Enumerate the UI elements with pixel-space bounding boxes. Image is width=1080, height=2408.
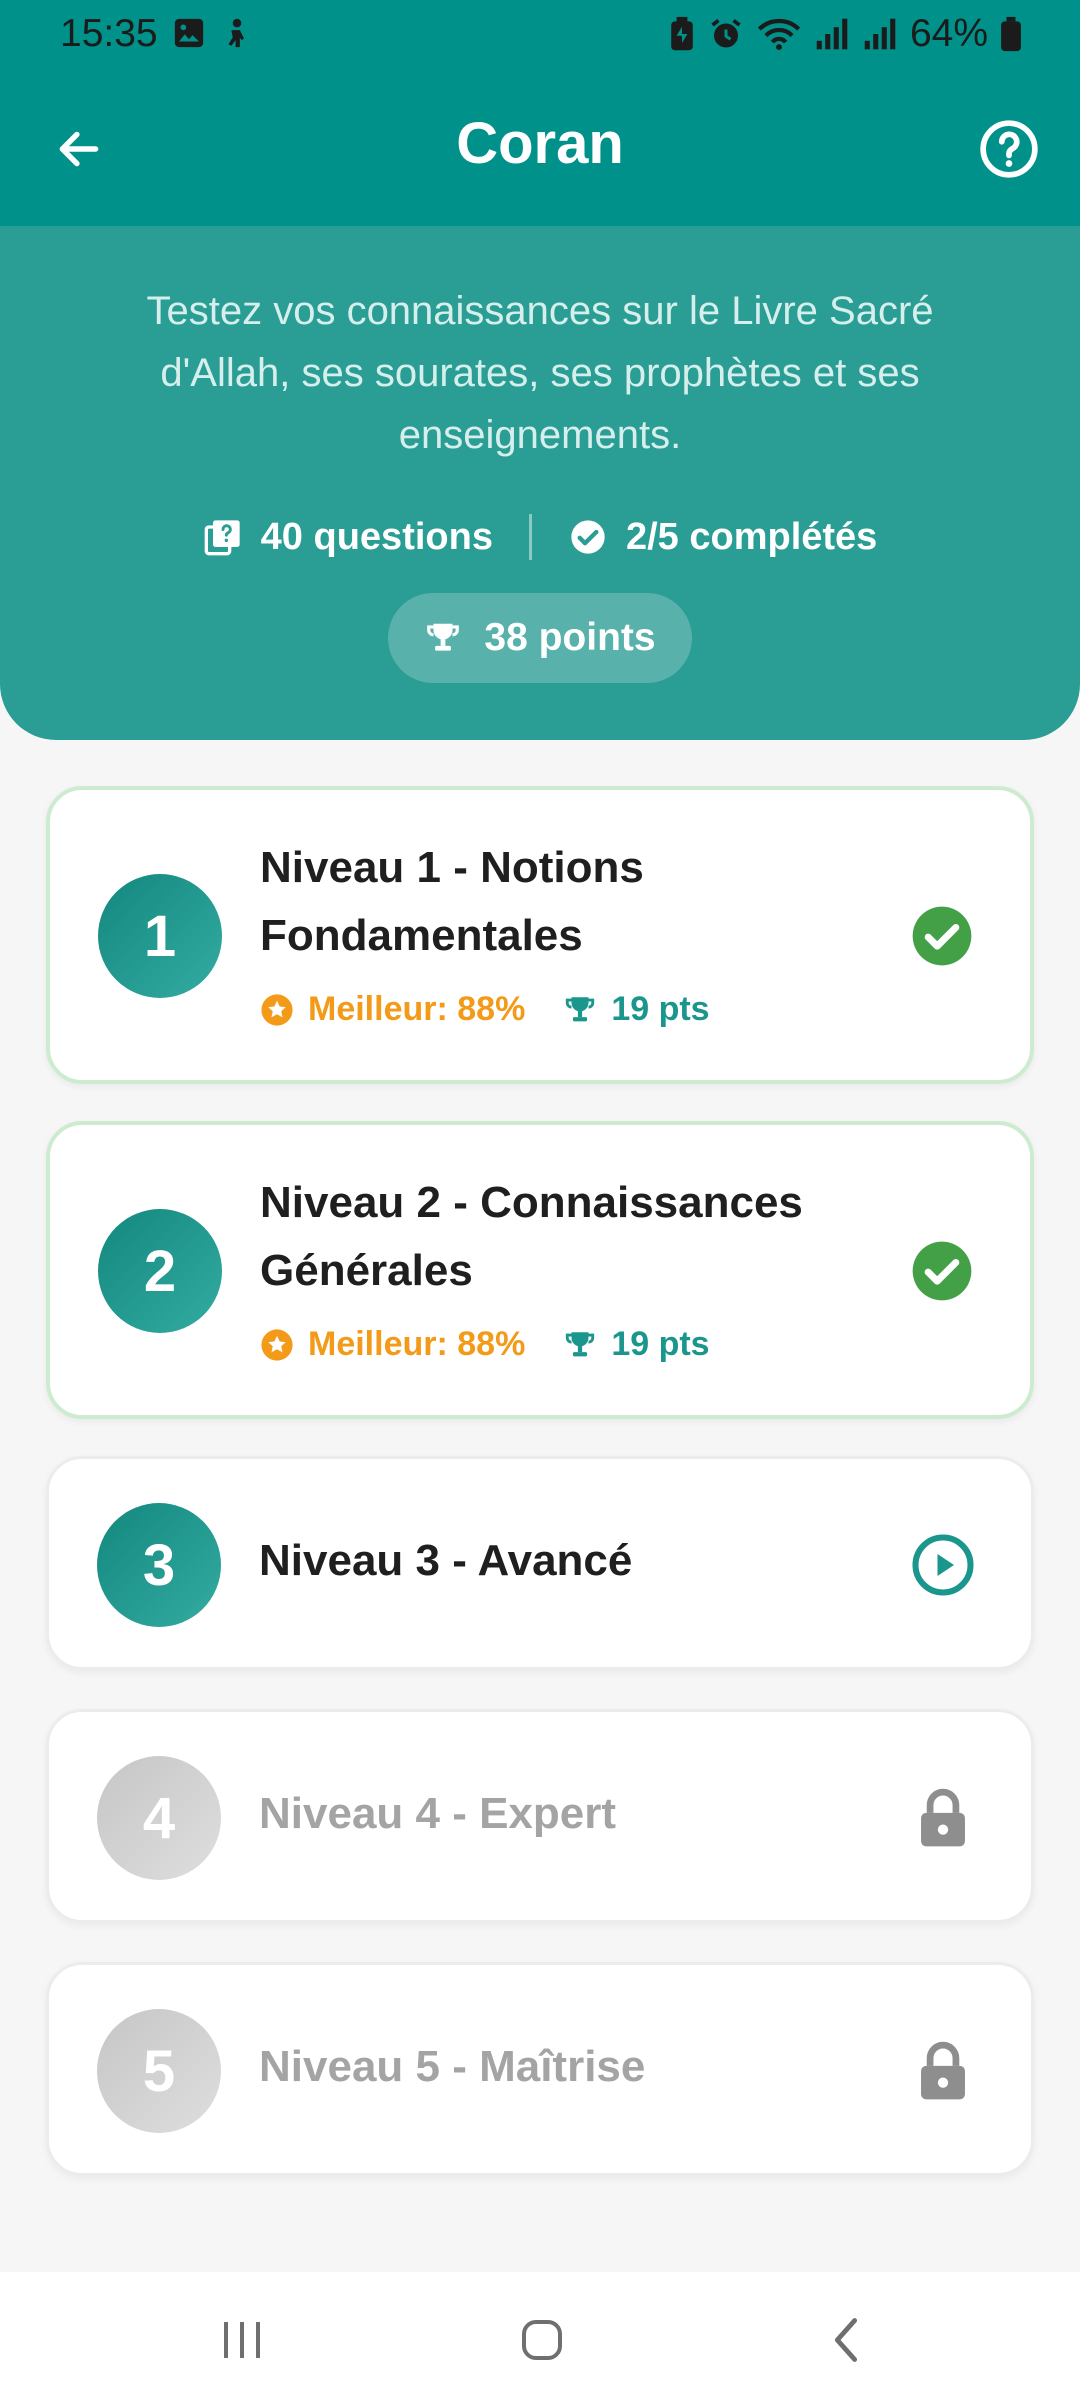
level-title: Niveau 2 - Connaissances Générales <box>260 1169 803 1305</box>
level-title: Niveau 3 - Avancé <box>259 1536 633 1585</box>
level-title: Niveau 1 - Notions Fondamentales <box>260 834 644 970</box>
level-card-3[interactable]: 3 Niveau 3 - Avancé <box>46 1456 1034 1670</box>
level-card-2[interactable]: 2 Niveau 2 - Connaissances Générales Mei… <box>46 1121 1034 1419</box>
level-title-line2: Générales <box>260 1246 473 1295</box>
trophy-icon <box>427 623 460 651</box>
check-circle-icon <box>912 906 972 966</box>
level-title-line1: Niveau 1 - Notions <box>260 843 644 892</box>
stats-divider <box>528 514 532 560</box>
system-back-button[interactable] <box>806 2310 886 2370</box>
check-circle-icon <box>571 520 605 554</box>
level-card-1[interactable]: 1 Niveau 1 - Notions Fondamentales Meill… <box>46 786 1034 1084</box>
level-number-badge: 4 <box>97 1756 221 1880</box>
check-circle-icon <box>912 1241 972 1301</box>
completed-status <box>906 1235 978 1307</box>
level-points-text: 19 pts <box>611 990 710 1028</box>
questions-stat: 40 questions <box>203 516 493 559</box>
home-button[interactable] <box>502 2310 582 2370</box>
battery-percent: 64% <box>909 12 988 55</box>
level-points: 19 pts <box>563 990 710 1029</box>
prayer-icon <box>228 18 245 48</box>
level-title-line1: Niveau 2 - Connaissances <box>260 1178 803 1227</box>
play-button[interactable] <box>907 1529 979 1601</box>
lock-icon <box>921 2041 965 2100</box>
locked-status <box>907 2035 979 2107</box>
quiz-icon <box>204 520 240 556</box>
status-left-icons <box>172 16 254 50</box>
level-card-5[interactable]: 5 Niveau 5 - Maîtrise <box>46 1962 1034 2176</box>
wifi-icon <box>757 18 801 51</box>
level-points: 19 pts <box>563 1325 710 1364</box>
chevron-left-icon <box>834 2318 858 2362</box>
star-circle-icon <box>261 993 293 1026</box>
gallery-icon <box>174 18 204 48</box>
best-score: Meilleur: 88% <box>260 990 525 1029</box>
trophy-icon <box>566 1331 595 1356</box>
signal-icon <box>816 18 848 50</box>
status-time: 15:35 <box>60 12 158 55</box>
play-circle-icon <box>912 1534 974 1596</box>
level-meta: Meilleur: 88% 19 pts <box>260 990 710 1029</box>
help-circle-icon <box>980 120 1038 178</box>
level-number-badge: 1 <box>98 874 222 998</box>
system-navigation-bar <box>0 2272 1080 2408</box>
points-badge: 38 points <box>388 593 692 683</box>
stats-row: 40 questions 2/5 complétés <box>0 514 1080 560</box>
battery-saver-icon <box>671 16 693 51</box>
locked-status <box>907 1782 979 1854</box>
app-bar: Coran <box>0 70 1080 226</box>
level-number-badge: 5 <box>97 2009 221 2133</box>
completed-count: 2/5 complétés <box>625 515 878 558</box>
signal-icon-2 <box>864 18 896 50</box>
completed-status <box>906 900 978 972</box>
lock-icon <box>921 1788 965 1847</box>
points-total: 38 points <box>484 616 656 659</box>
page-title: Coran <box>456 111 624 176</box>
status-bar: 15:35 64% <box>0 0 1080 70</box>
level-points-text: 19 pts <box>611 1325 710 1363</box>
help-button[interactable] <box>974 114 1044 184</box>
completed-stat: 2/5 complétés <box>568 516 877 559</box>
hero-header: 15:35 64% Coran Testez vos connaissances… <box>0 0 1080 740</box>
questions-count: 40 questions <box>260 515 493 558</box>
level-meta: Meilleur: 88% 19 pts <box>260 1325 710 1364</box>
trophy-icon <box>566 996 595 1021</box>
alarm-icon <box>711 19 741 48</box>
best-score-text: Meilleur: 88% <box>308 990 526 1028</box>
level-title: Niveau 5 - Maîtrise <box>259 2042 646 2091</box>
battery-icon <box>1001 16 1021 52</box>
recent-apps-icon <box>224 2322 260 2358</box>
best-score: Meilleur: 88% <box>260 1325 525 1364</box>
level-title: Niveau 4 - Expert <box>259 1789 617 1838</box>
level-number-badge: 3 <box>97 1503 221 1627</box>
level-number-badge: 2 <box>98 1209 222 1333</box>
level-card-4[interactable]: 4 Niveau 4 - Expert <box>46 1709 1034 1923</box>
home-icon <box>522 2320 562 2360</box>
recent-apps-button[interactable] <box>202 2310 282 2370</box>
status-right-icons: 64% <box>668 12 1022 56</box>
category-description: Testez vos connaissances sur le Livre Sa… <box>146 289 934 457</box>
level-title-line2: Fondamentales <box>260 911 583 960</box>
star-circle-icon <box>261 1328 293 1361</box>
best-score-text: Meilleur: 88% <box>308 1325 526 1363</box>
